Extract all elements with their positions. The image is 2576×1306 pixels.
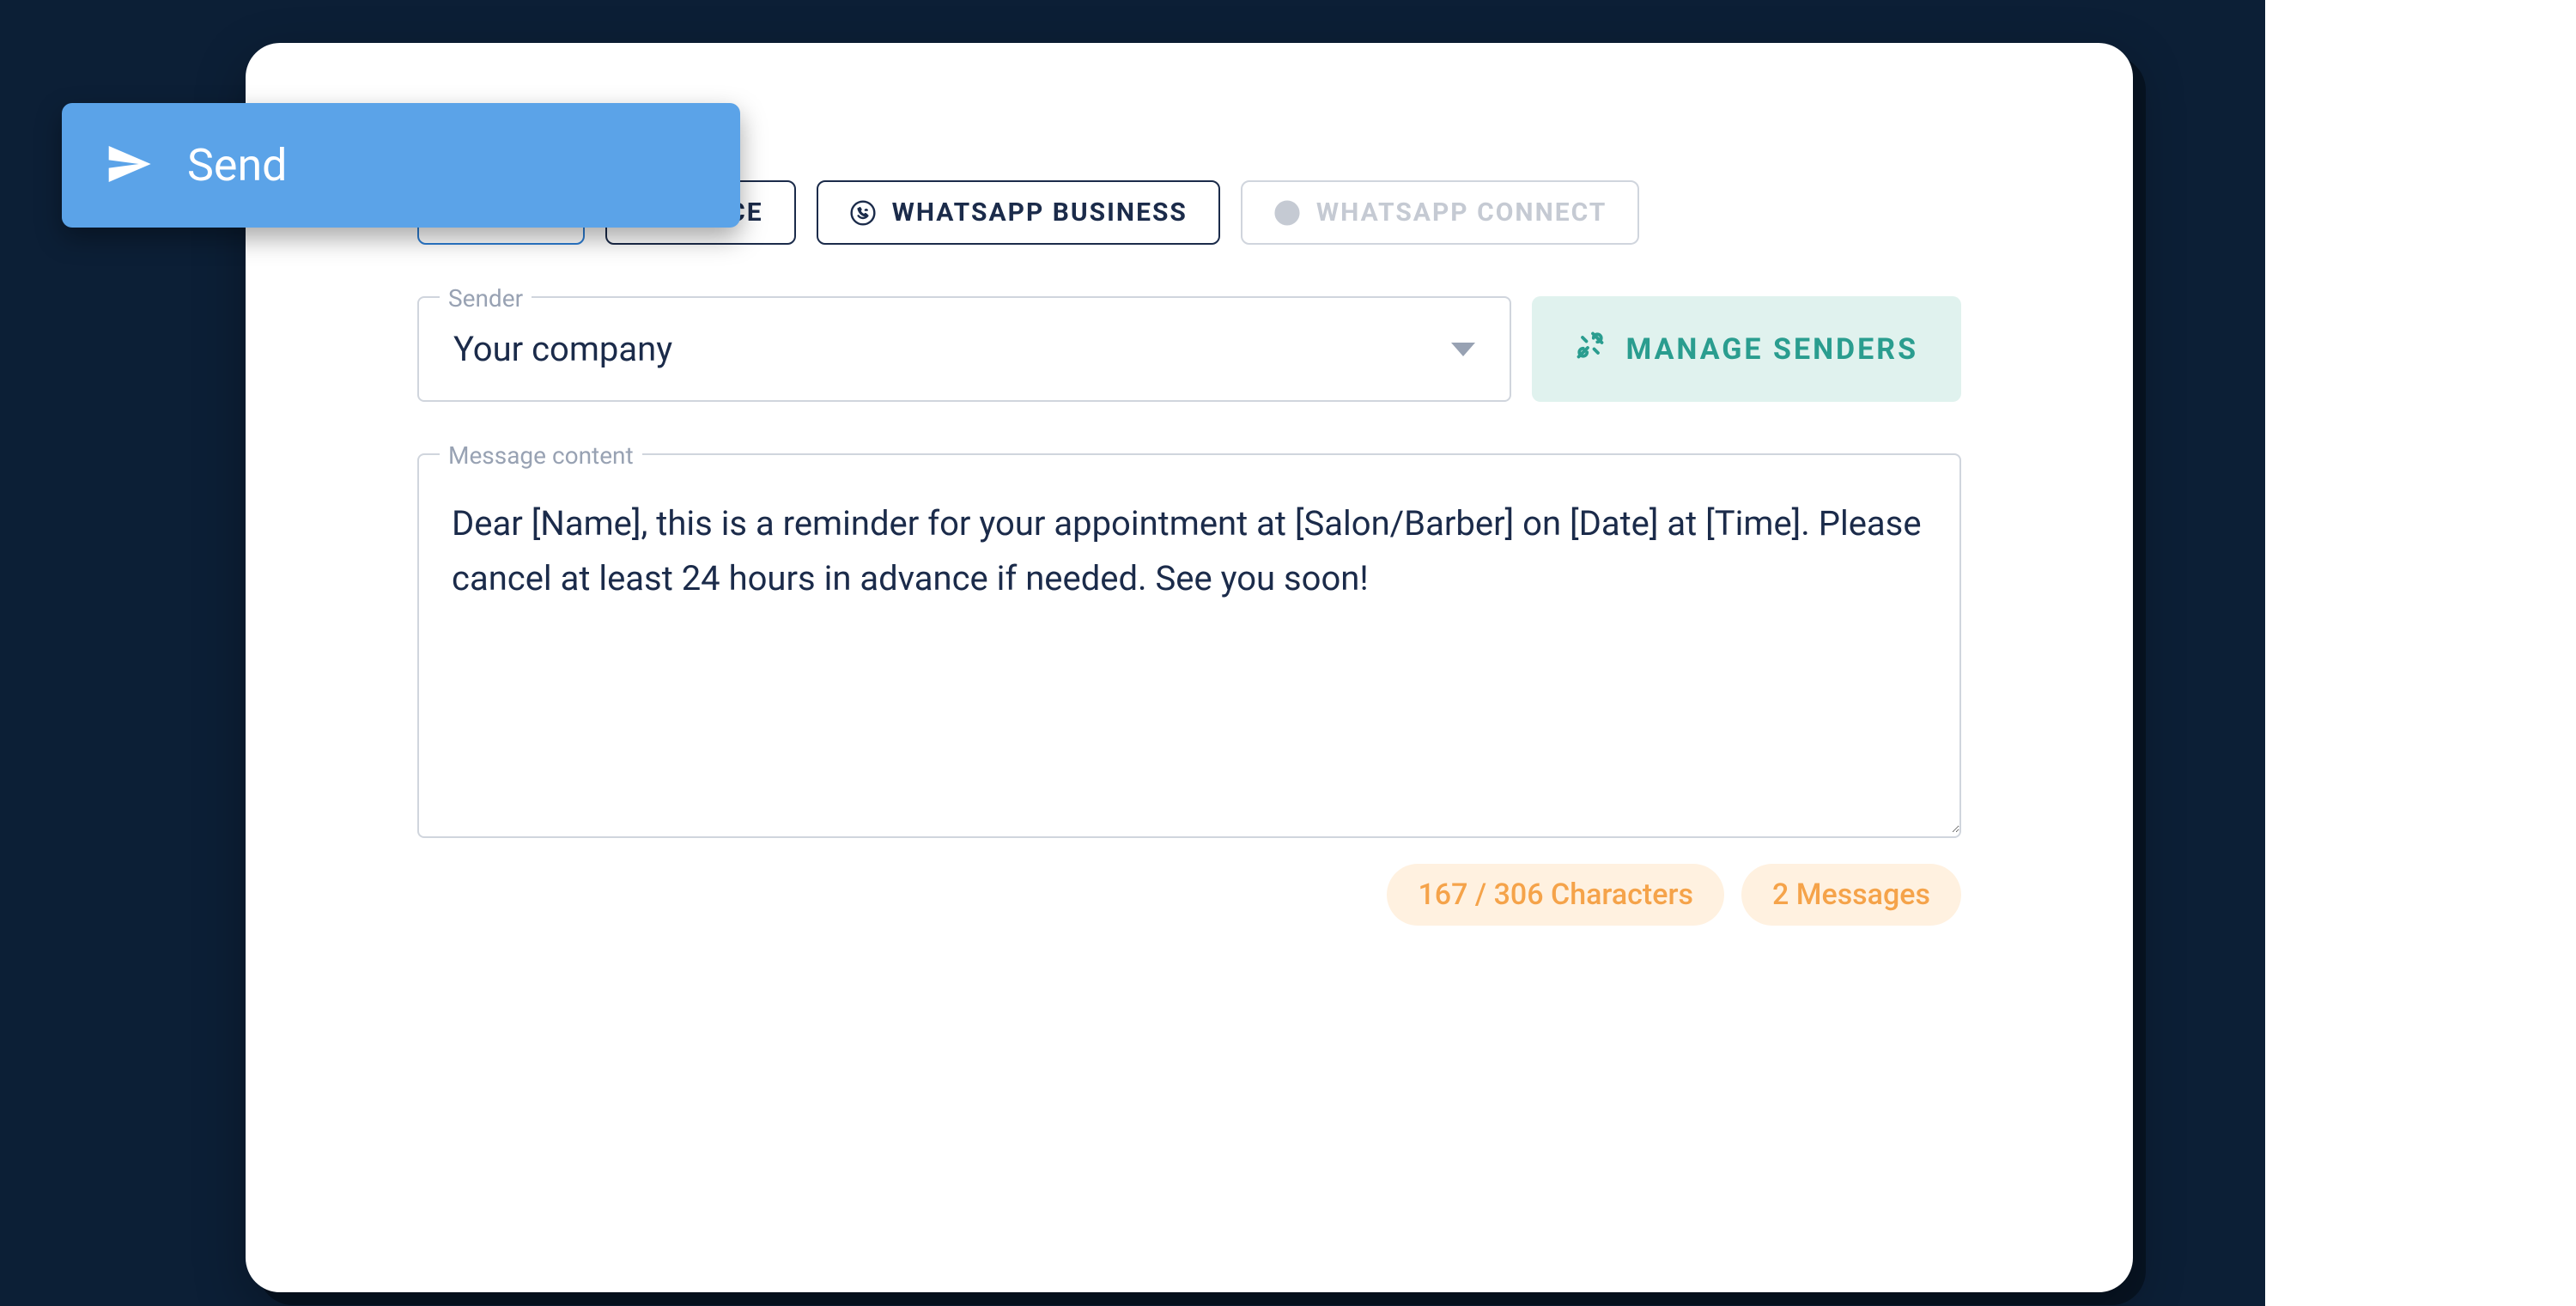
- sender-fieldset: Sender Your company: [417, 296, 1511, 402]
- tab-whatsapp-business-label: WHATSAPP BUSINESS: [892, 197, 1188, 228]
- send-icon: [105, 140, 187, 191]
- manage-senders-label: MANAGE SENDERS: [1626, 332, 1918, 367]
- chevron-down-icon: [1451, 343, 1475, 356]
- messages-pill: 2 Messages: [1741, 864, 1961, 926]
- sender-select[interactable]: Your company: [419, 298, 1510, 400]
- whatsapp-icon: [849, 199, 877, 227]
- tools-icon: [1575, 330, 1606, 368]
- whatsapp-connect-icon: [1273, 199, 1301, 227]
- tab-whatsapp-connect-label: WHATSAPP CONNECT: [1316, 197, 1607, 228]
- message-textarea[interactable]: [419, 455, 1959, 833]
- message-composer-card: SMS VOICE WHATSAPP BUSINESS WHATSAPP CON…: [246, 43, 2133, 1292]
- tab-whatsapp-connect: WHATSAPP CONNECT: [1241, 180, 1639, 245]
- tab-whatsapp-business[interactable]: WHATSAPP BUSINESS: [817, 180, 1220, 245]
- sender-row: Sender Your company MANAGE SENDERS: [417, 296, 1961, 402]
- message-fieldset: Message content: [417, 453, 1961, 838]
- sender-legend: Sender: [440, 284, 532, 313]
- stats-row: 167 / 306 Characters 2 Messages: [417, 864, 1961, 926]
- characters-pill: 167 / 306 Characters: [1387, 864, 1724, 926]
- manage-senders-button[interactable]: MANAGE SENDERS: [1532, 296, 1961, 402]
- send-button[interactable]: Send: [62, 103, 740, 228]
- sender-value: Your company: [453, 329, 672, 369]
- message-legend: Message content: [440, 441, 642, 470]
- send-button-label: Send: [187, 139, 288, 191]
